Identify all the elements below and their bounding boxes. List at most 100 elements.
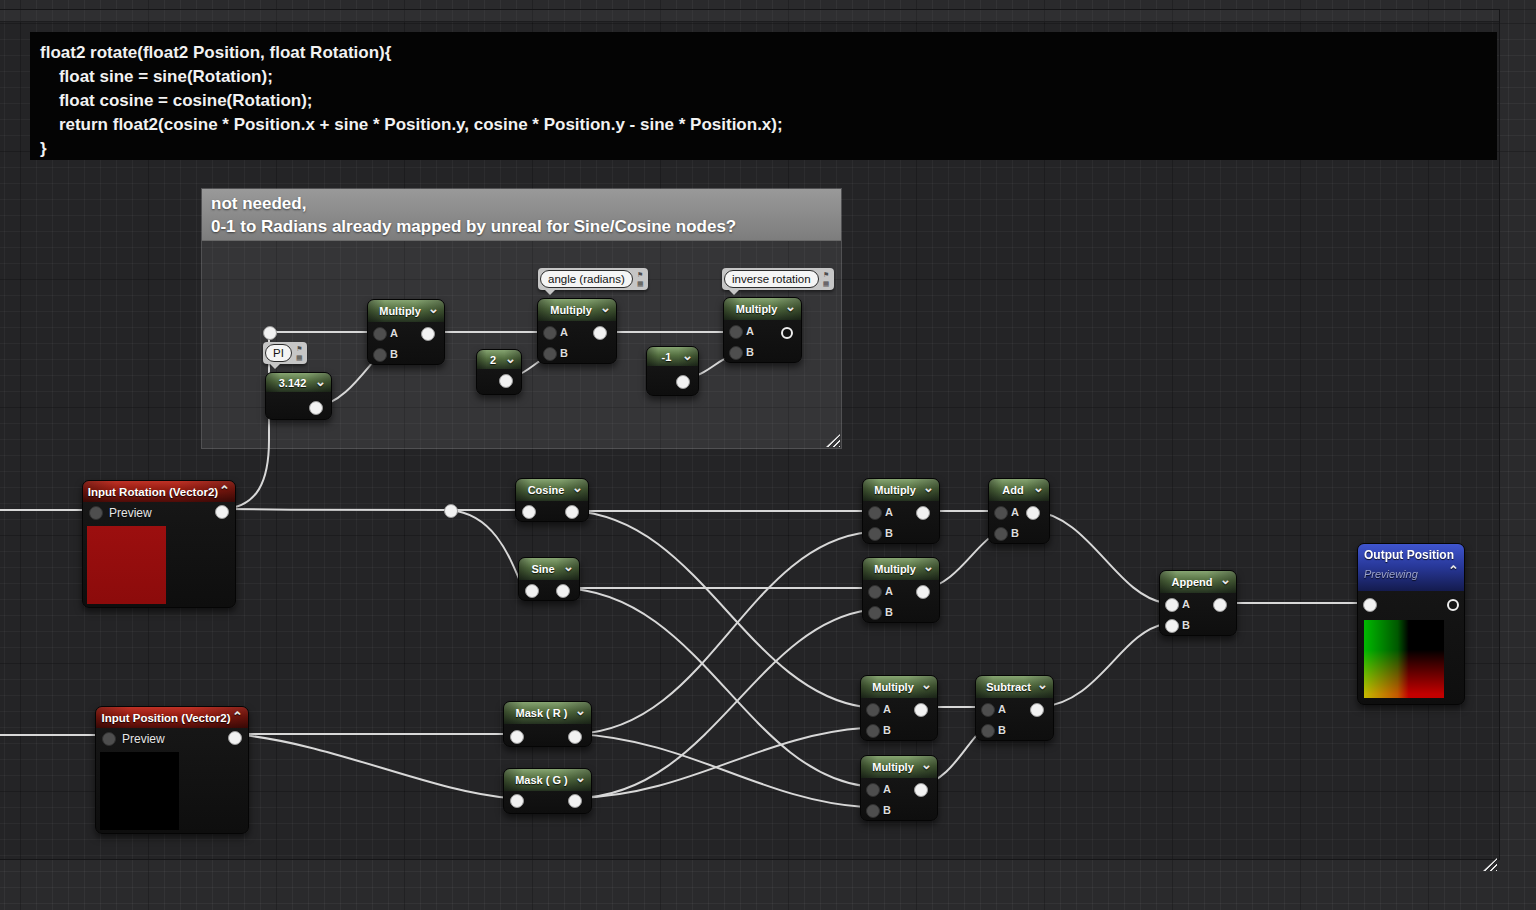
output-pin[interactable] bbox=[228, 731, 242, 745]
preview-pin[interactable] bbox=[102, 732, 116, 746]
input-pin[interactable] bbox=[510, 730, 524, 744]
output-pin[interactable] bbox=[1026, 506, 1040, 520]
chevron-down-icon[interactable]: ⌄ bbox=[921, 757, 932, 772]
node-header[interactable]: Sine⌄ bbox=[519, 558, 579, 580]
input-pin-a[interactable] bbox=[868, 506, 882, 520]
chevron-up-icon[interactable]: ⌃ bbox=[232, 709, 243, 724]
chevron-down-icon[interactable]: ⌄ bbox=[575, 703, 586, 718]
node-input-rotation[interactable]: Input Rotation (Vector2)⌃ Preview bbox=[82, 480, 236, 608]
chevron-up-icon[interactable]: ⌃ bbox=[219, 483, 230, 498]
output-pin[interactable] bbox=[568, 730, 582, 744]
input-pin-b[interactable] bbox=[994, 527, 1008, 541]
chevron-down-icon[interactable]: ⌄ bbox=[923, 559, 934, 574]
input-pin-a[interactable] bbox=[373, 327, 387, 341]
output-pin[interactable] bbox=[499, 374, 513, 388]
preview-pin[interactable] bbox=[89, 506, 103, 520]
node-constant-two[interactable]: 2⌄ bbox=[476, 349, 522, 395]
input-pin-b[interactable] bbox=[373, 348, 387, 362]
node-multiply-cos-x[interactable]: Multiply⌄ A B bbox=[862, 478, 940, 544]
node-header[interactable]: Subtract⌄ bbox=[976, 676, 1053, 698]
chevron-down-icon[interactable]: ⌄ bbox=[923, 480, 934, 495]
node-header[interactable]: Append⌄ bbox=[1160, 571, 1236, 593]
node-multiply-inverse[interactable]: Multiply⌄ A B bbox=[723, 297, 802, 363]
output-pin[interactable] bbox=[1030, 703, 1044, 717]
output-pin[interactable] bbox=[215, 505, 229, 519]
input-pin[interactable] bbox=[1363, 598, 1377, 612]
input-pin-a[interactable] bbox=[543, 326, 557, 340]
pin-icon[interactable]: ⚑▦ bbox=[635, 271, 646, 288]
output-pin[interactable] bbox=[421, 327, 435, 341]
node-constant-pi[interactable]: 3.142⌄ bbox=[265, 372, 332, 420]
chevron-up-icon[interactable]: ⌃ bbox=[1448, 563, 1459, 578]
input-pin-b[interactable] bbox=[868, 527, 882, 541]
input-pin[interactable] bbox=[525, 584, 539, 598]
chevron-down-icon[interactable]: ⌄ bbox=[575, 770, 586, 785]
output-pin[interactable] bbox=[781, 327, 793, 339]
input-pin-a[interactable] bbox=[868, 585, 882, 599]
node-header[interactable]: Mask ( G )⌄ bbox=[504, 769, 591, 791]
chevron-down-icon[interactable]: ⌄ bbox=[428, 301, 439, 316]
node-header[interactable]: 3.142⌄ bbox=[266, 373, 331, 392]
node-cosine[interactable]: Cosine⌄ bbox=[515, 478, 589, 522]
output-pin[interactable] bbox=[565, 505, 579, 519]
output-pin[interactable] bbox=[593, 326, 607, 340]
input-pin-a[interactable] bbox=[981, 703, 995, 717]
chevron-down-icon[interactable]: ⌄ bbox=[1033, 480, 1044, 495]
node-header[interactable]: Output Position Previewing ⌃ bbox=[1358, 544, 1464, 591]
material-graph-canvas[interactable]: float2 rotate(float2 Position, float Rot… bbox=[0, 0, 1536, 910]
chevron-down-icon[interactable]: ⌄ bbox=[315, 374, 326, 389]
node-header[interactable]: Multiply⌄ bbox=[863, 479, 939, 501]
output-pin[interactable] bbox=[309, 401, 323, 415]
node-multiply-cos-y[interactable]: Multiply⌄ A B bbox=[860, 675, 938, 741]
node-output-position[interactable]: Output Position Previewing ⌃ bbox=[1357, 543, 1465, 705]
node-add[interactable]: Add⌄ A B bbox=[988, 478, 1050, 544]
output-pin[interactable] bbox=[914, 703, 928, 717]
output-pin[interactable] bbox=[568, 794, 582, 808]
node-input-position[interactable]: Input Position (Vector2)⌃ Preview bbox=[95, 706, 249, 834]
node-header[interactable]: Cosine⌄ bbox=[516, 479, 588, 501]
input-pin[interactable] bbox=[510, 794, 524, 808]
node-multiply-sin-x[interactable]: Multiply⌄ A B bbox=[860, 755, 938, 821]
pin-icon[interactable]: ⚑▦ bbox=[294, 345, 305, 362]
chevron-down-icon[interactable]: ⌄ bbox=[563, 559, 574, 574]
output-pin[interactable] bbox=[914, 783, 928, 797]
named-reroute-angle[interactable]: angle (radians) ⚑▦ bbox=[538, 268, 648, 290]
node-header[interactable]: 2⌄ bbox=[477, 350, 521, 369]
input-pin-a[interactable] bbox=[1165, 598, 1179, 612]
reroute-node-pi[interactable] bbox=[263, 326, 277, 340]
node-header[interactable]: Multiply⌄ bbox=[368, 300, 444, 322]
input-pin-b[interactable] bbox=[729, 346, 743, 360]
node-header[interactable]: Multiply⌄ bbox=[861, 676, 937, 698]
node-header[interactable]: Input Rotation (Vector2)⌃ bbox=[83, 481, 235, 502]
node-constant-minus-one[interactable]: -1⌄ bbox=[646, 346, 699, 396]
chevron-down-icon[interactable]: ⌄ bbox=[921, 677, 932, 692]
chevron-down-icon[interactable]: ⌄ bbox=[572, 480, 583, 495]
node-header[interactable]: Add⌄ bbox=[989, 479, 1049, 501]
node-header[interactable]: Multiply⌄ bbox=[861, 756, 937, 778]
chevron-down-icon[interactable]: ⌄ bbox=[1220, 572, 1231, 587]
input-pin-b[interactable] bbox=[868, 606, 882, 620]
node-multiply-sin-y[interactable]: Multiply⌄ A B bbox=[862, 557, 940, 623]
node-subtract[interactable]: Subtract⌄ A B bbox=[975, 675, 1054, 741]
chevron-down-icon[interactable]: ⌄ bbox=[1037, 677, 1048, 692]
chevron-down-icon[interactable]: ⌄ bbox=[505, 351, 516, 366]
output-pin[interactable] bbox=[1447, 599, 1459, 611]
node-header[interactable]: Input Position (Vector2)⌃ bbox=[96, 707, 248, 728]
input-pin-b[interactable] bbox=[543, 347, 557, 361]
node-header[interactable]: Multiply⌄ bbox=[538, 299, 616, 321]
input-pin-b[interactable] bbox=[981, 724, 995, 738]
named-reroute-pi[interactable]: PI ⚑▦ bbox=[263, 342, 307, 364]
node-header[interactable]: Mask ( R )⌄ bbox=[504, 702, 591, 724]
input-pin-b[interactable] bbox=[866, 724, 880, 738]
node-sine[interactable]: Sine⌄ bbox=[518, 557, 580, 601]
chevron-down-icon[interactable]: ⌄ bbox=[600, 300, 611, 315]
named-reroute-inverse[interactable]: inverse rotation ⚑▦ bbox=[722, 268, 834, 290]
chevron-down-icon[interactable]: ⌄ bbox=[682, 348, 693, 363]
node-multiply-pi[interactable]: Multiply⌄ A B bbox=[367, 299, 445, 365]
input-pin[interactable] bbox=[522, 505, 536, 519]
input-pin-a[interactable] bbox=[994, 506, 1008, 520]
node-header[interactable]: -1⌄ bbox=[647, 347, 698, 366]
node-append[interactable]: Append⌄ A B bbox=[1159, 570, 1237, 636]
output-pin[interactable] bbox=[916, 585, 930, 599]
node-mask-r[interactable]: Mask ( R )⌄ bbox=[503, 701, 592, 747]
